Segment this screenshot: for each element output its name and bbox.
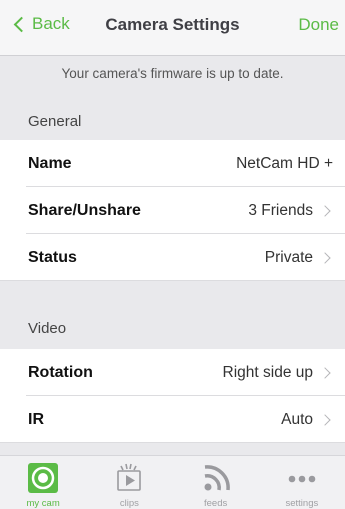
tab-my-cam[interactable]: my cam (0, 456, 86, 509)
settings-row-share[interactable]: Share/Unshare 3 Friends (0, 187, 345, 234)
chevron-right-icon (319, 251, 331, 264)
feeds-icon (204, 465, 230, 491)
row-value: Right side up (222, 363, 313, 381)
row-label: Status (28, 248, 77, 266)
settings-row-rotation[interactable]: Rotation Right side up (0, 349, 345, 396)
settings-row-name[interactable]: Name NetCam HD + (0, 140, 345, 187)
row-label: Name (28, 154, 72, 172)
camera-icon (28, 463, 59, 493)
section-header-general: General (28, 113, 82, 130)
chevron-right-icon (319, 413, 331, 426)
row-value: Auto (281, 410, 313, 428)
tab-label: my cam (26, 498, 60, 509)
settings-row-status[interactable]: Status Private (0, 234, 345, 281)
row-label: Rotation (28, 363, 93, 381)
tab-bar: my cam clips feeds settings (0, 455, 345, 509)
tab-label: feeds (204, 498, 228, 509)
clips-icon (117, 463, 142, 491)
tab-clips[interactable]: clips (86, 456, 172, 509)
navigation-bar: Back Camera Settings Done (0, 0, 345, 56)
more-icon (288, 475, 316, 483)
chevron-right-icon (319, 204, 331, 217)
settings-row-ir[interactable]: IR Auto (0, 396, 345, 443)
row-value: 3 Friends (248, 201, 313, 219)
firmware-status-text: Your camera's firmware is up to date. (61, 66, 284, 81)
row-label: IR (28, 410, 44, 428)
row-value: Private (264, 248, 313, 266)
tab-feeds[interactable]: feeds (173, 456, 259, 509)
row-label: Share/Unshare (28, 201, 141, 219)
row-value: NetCam HD + (236, 154, 333, 172)
page-title: Camera Settings (105, 15, 240, 34)
tab-label: settings (285, 498, 319, 509)
tab-settings[interactable]: settings (259, 456, 345, 509)
tab-label: clips (119, 498, 139, 509)
done-button[interactable]: Done (298, 15, 339, 35)
section-header-video: Video (28, 320, 67, 337)
chevron-right-icon (319, 366, 331, 379)
